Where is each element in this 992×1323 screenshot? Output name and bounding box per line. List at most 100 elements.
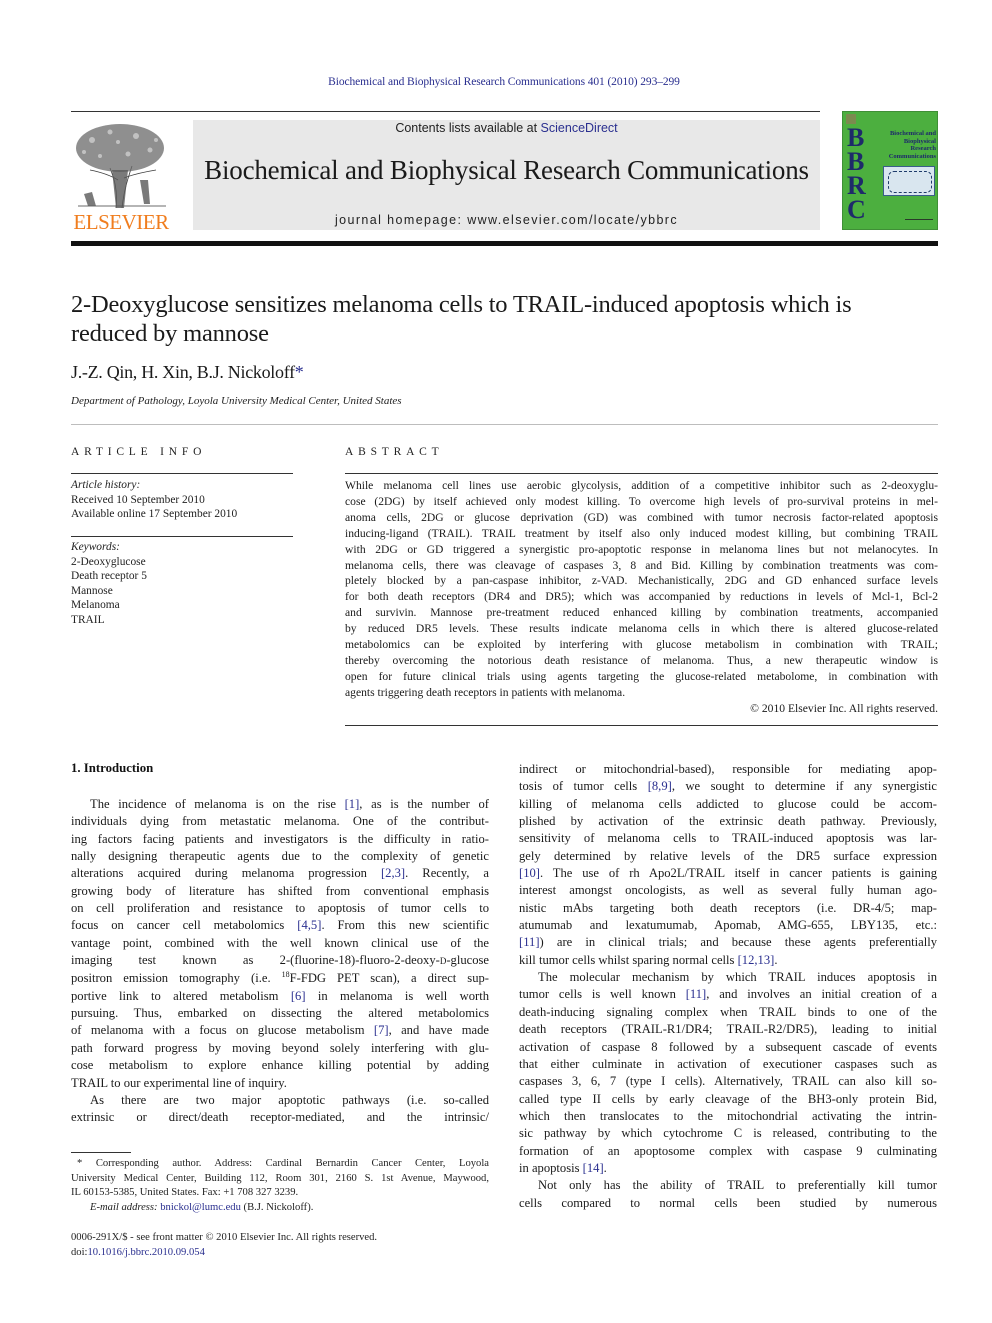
body-text: death receptors (TRAIL-R1/DR4; TRAIL-R2/… bbox=[519, 1022, 937, 1037]
abstract-line: While melanoma cell lines use aerobic gl… bbox=[345, 479, 938, 492]
citation-reference-link[interactable]: [10] bbox=[519, 866, 540, 880]
body-line: called type II cells by early cleavage o… bbox=[519, 1091, 937, 1108]
body-text: ) are in clinical trials; and because th… bbox=[539, 935, 937, 950]
body-text: sensitivity of melanoma cells to TRAIL-i… bbox=[519, 831, 937, 846]
abstract-line: pletely blocked by a pan-caspase inhibit… bbox=[345, 574, 938, 588]
body-text: path forward progress by moving beyond s… bbox=[71, 1040, 489, 1055]
journal-citation[interactable]: Biochemical and Biophysical Research Com… bbox=[0, 76, 992, 88]
body-text: As there are two major apoptotic pathway… bbox=[90, 1092, 489, 1107]
sciencedirect-link[interactable]: ScienceDirect bbox=[541, 121, 618, 135]
body-text: growing body of literature has shifted f… bbox=[71, 883, 489, 898]
header-thick-rule bbox=[71, 241, 938, 246]
doi-link[interactable]: 10.1016/j.bbrc.2010.09.054 bbox=[87, 1247, 204, 1258]
body-line: Not only has the ability of TRAIL to pre… bbox=[519, 1177, 937, 1194]
abstract-copyright: © 2010 Elsevier Inc. All rights reserved… bbox=[750, 702, 938, 715]
body-line: TRAIL to our experimental line of inquir… bbox=[71, 1075, 489, 1092]
history-label: Article history: bbox=[71, 479, 141, 491]
keyword: Melanoma bbox=[71, 599, 120, 611]
body-text: alterations acquired during melanoma pro… bbox=[71, 866, 381, 881]
corresponding-author-footnote: * Corresponding author. Address: Cardina… bbox=[71, 1157, 489, 1215]
body-text: caspases 3, 6, 7 (type I cells). Alterna… bbox=[519, 1074, 937, 1089]
body-text: , and have made bbox=[388, 1023, 490, 1038]
body-text: on cell proliferation and resistance to … bbox=[71, 901, 489, 916]
body-text: activation of caspase 8 followed by a su… bbox=[519, 1039, 937, 1054]
affiliation: Department of Pathology, Loyola Universi… bbox=[71, 395, 402, 407]
body-line: interest amongst oncologists, as well as… bbox=[519, 882, 937, 899]
citation-reference-link[interactable]: [11] bbox=[686, 987, 707, 1001]
bbrc-letters: B B R C bbox=[847, 125, 866, 224]
body-line: indirect or mitochondrial-based), respon… bbox=[519, 761, 937, 778]
citation-reference-link[interactable]: [7] bbox=[374, 1023, 389, 1037]
cover-title-line: Communications bbox=[888, 152, 936, 160]
body-text: plished by activation of the extrinsic d… bbox=[519, 814, 937, 829]
body-text: which then translocates to the mitochond… bbox=[519, 1108, 937, 1123]
superscript: 18 bbox=[281, 970, 290, 980]
body-text: formation of an apoptosome complex with … bbox=[519, 1143, 937, 1158]
journal-homepage-link[interactable]: journal homepage: www.elsevier.com/locat… bbox=[193, 213, 820, 227]
footnote-line: * Corresponding author. Address: Cardina… bbox=[77, 1158, 489, 1169]
body-text: focus on cancer cell metabolomics bbox=[71, 918, 298, 933]
footnote-line: IL 60153-5385, United States. Fax: +1 70… bbox=[71, 1187, 299, 1198]
body-text: pursuing. Thus, embarked on dissecting t… bbox=[71, 1006, 489, 1021]
abstract-line: agents triggering death receptors in pat… bbox=[345, 685, 626, 699]
body-text: individuals dying from metastatic melano… bbox=[71, 814, 489, 829]
body-text: death-inducing signaling complex when TR… bbox=[519, 1004, 937, 1019]
body-line: The incidence of melanoma is on the rise… bbox=[71, 796, 489, 813]
body-text: Not only has the ability of TRAIL to pre… bbox=[538, 1178, 937, 1193]
body-text: , and involves an initial creation of a bbox=[706, 987, 937, 1002]
body-line: nally designing therapeutic agents due t… bbox=[71, 848, 489, 865]
email-link[interactable]: bnickol@lumc.edu bbox=[160, 1202, 241, 1213]
body-line: growing body of literature has shifted f… bbox=[71, 883, 489, 900]
body-text: imaging test known as 2-(fluorine-18)-fl… bbox=[71, 953, 440, 968]
issn-line: 0006-291X/$ - see front matter © 2010 El… bbox=[71, 1232, 378, 1243]
body-text: TRAIL to our experimental line of inquir… bbox=[71, 1075, 287, 1090]
body-column-right: indirect or mitochondrial-based), respon… bbox=[519, 761, 937, 1212]
body-text: killing of melanoma cells addicted to gl… bbox=[519, 796, 937, 811]
history-received: Received 10 September 2010 bbox=[71, 493, 205, 506]
body-text: vantage point, combined with the well kn… bbox=[71, 935, 489, 950]
body-line: on cell proliferation and resistance to … bbox=[71, 900, 489, 917]
body-line: path forward progress by moving beyond s… bbox=[71, 1040, 489, 1057]
citation-reference-link[interactable]: [6] bbox=[291, 989, 306, 1003]
journal-cover-thumbnail[interactable]: B B R C Biochemical and Biophysical Rese… bbox=[842, 111, 938, 230]
keyword: Death receptor 5 bbox=[71, 570, 147, 582]
body-line: death receptors (TRAIL-R1/DR4; TRAIL-R2/… bbox=[519, 1021, 937, 1038]
body-text: The molecular mechanism by which TRAIL i… bbox=[538, 970, 937, 985]
body-line: sensitivity of melanoma cells to TRAIL-i… bbox=[519, 830, 937, 847]
body-text: , as is the number of bbox=[359, 797, 489, 811]
abstract-line: by reduced DR5 levels. These results ind… bbox=[345, 622, 938, 636]
corresponding-author-mark[interactable]: * bbox=[295, 362, 304, 382]
citation-reference-link[interactable]: [12,13] bbox=[738, 953, 775, 967]
header-rule-left bbox=[71, 111, 193, 112]
keyword: TRAIL bbox=[71, 613, 105, 626]
abstract-line: for both death receptors (DR4 and DR5); … bbox=[345, 590, 938, 604]
abstract-body: While melanoma cell lines use aerobic gl… bbox=[345, 478, 938, 701]
citation-reference-link[interactable]: [11] bbox=[519, 935, 540, 949]
body-text: extrinsic or direct/death receptor-media… bbox=[71, 1110, 489, 1125]
article-history: Article history: Received 10 September 2… bbox=[71, 478, 293, 522]
elsevier-wordmark[interactable]: ELSEVIER bbox=[70, 210, 172, 235]
citation-reference-link[interactable]: [2,3] bbox=[381, 866, 405, 880]
citation-reference-link[interactable]: [4,5] bbox=[297, 918, 321, 932]
cover-title-line: Biochemical and bbox=[889, 130, 936, 137]
citation-reference-link[interactable]: [8,9] bbox=[648, 779, 672, 793]
body-text: . The use of rh Apo2L/TRAIL itself in ca… bbox=[539, 866, 937, 881]
body-line: sic pathway by which cytochrome C is rel… bbox=[519, 1125, 937, 1142]
body-text: portive link to altered metabolism bbox=[71, 988, 291, 1003]
abstract-heading: ABSTRACT bbox=[345, 446, 444, 458]
body-line: alterations acquired during melanoma pro… bbox=[71, 865, 489, 882]
body-text: nally designing therapeutic agents due t… bbox=[71, 849, 489, 864]
doi-prefix: doi: bbox=[71, 1246, 88, 1258]
article-title: 2-Deoxyglucose sensitizes melanoma cells… bbox=[71, 290, 931, 348]
body-line: [10]. The use of rh Apo2L/TRAIL itself i… bbox=[519, 865, 937, 882]
body-line: killing of melanoma cells addicted to gl… bbox=[519, 796, 937, 813]
body-line: [11]) are in clinical trials; and becaus… bbox=[519, 934, 937, 951]
body-text: . Recently, a bbox=[405, 866, 489, 881]
citation-reference-link[interactable]: [14] bbox=[583, 1161, 604, 1175]
body-text: cose metabolism to explore enhance killi… bbox=[71, 1058, 489, 1073]
cover-title-line: Research bbox=[910, 145, 936, 152]
body-text: tosis of tumor cells bbox=[519, 779, 648, 794]
abstract-line: inducing-ligand (TRAIL). TRAIL treatment… bbox=[345, 526, 938, 540]
citation-reference-link[interactable]: [1] bbox=[345, 797, 360, 811]
cover-letter: C bbox=[847, 195, 866, 224]
